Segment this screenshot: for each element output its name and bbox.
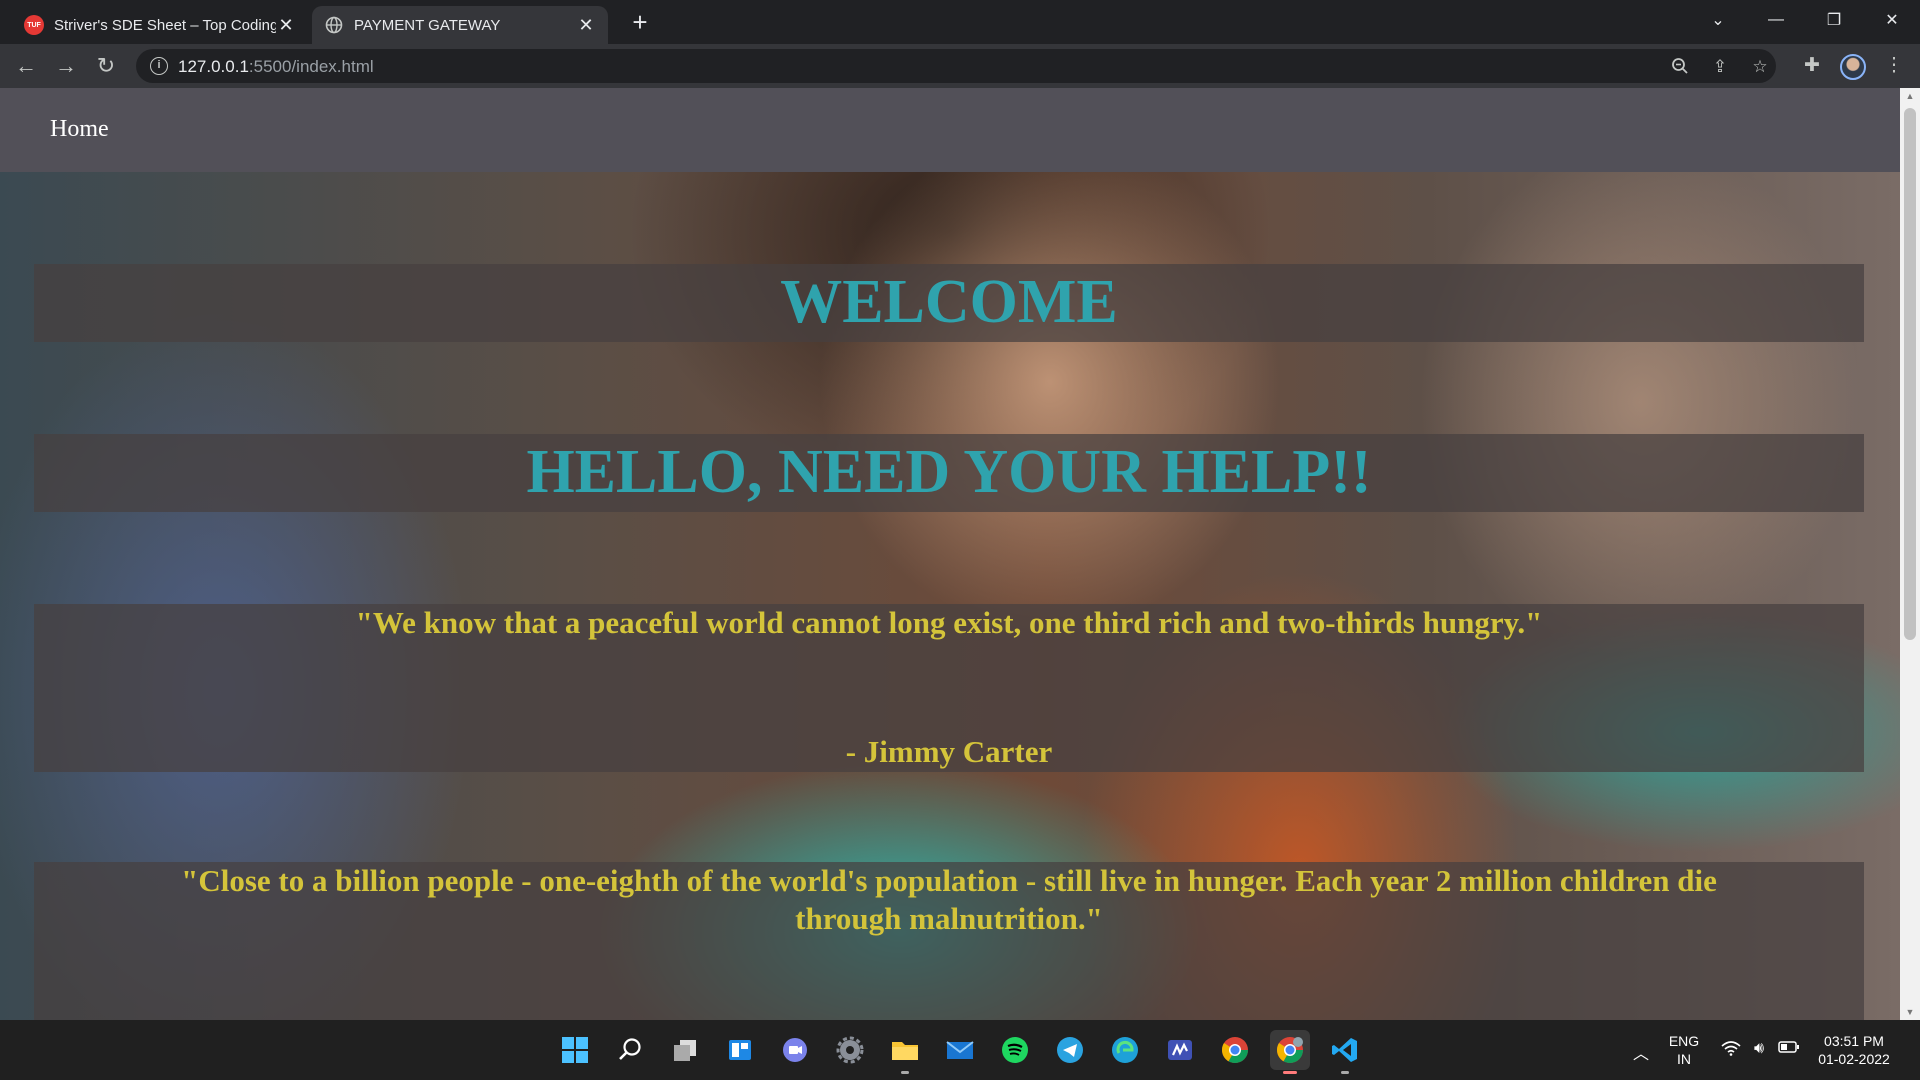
tab-title: Striver's SDE Sheet – Top Coding bbox=[54, 16, 276, 34]
page-viewport: Home WELCOME HELLO, NEED YOUR HELP!! "We… bbox=[0, 88, 1920, 1020]
battery-icon[interactable] bbox=[1778, 1040, 1800, 1059]
scroll-up-arrow-icon[interactable]: ▲ bbox=[1900, 88, 1920, 104]
url-text[interactable]: 127.0.0.1:5500/index.html bbox=[178, 57, 374, 77]
site-navbar: Home bbox=[0, 88, 1900, 172]
task-view-icon[interactable] bbox=[665, 1030, 705, 1070]
welcome-heading: WELCOME bbox=[34, 264, 1864, 342]
page-scrollbar[interactable]: ▲ ▼ bbox=[1900, 88, 1920, 1020]
share-icon[interactable]: ⇪ bbox=[1710, 57, 1730, 77]
spotify-icon[interactable] bbox=[995, 1030, 1035, 1070]
forward-arrow-icon[interactable]: → bbox=[52, 52, 80, 80]
teams-chat-icon[interactable] bbox=[775, 1030, 815, 1070]
widgets-icon[interactable] bbox=[720, 1030, 760, 1070]
quote-jimmy-carter: "We know that a peaceful world cannot lo… bbox=[34, 604, 1864, 772]
clock[interactable]: 03:51 PM 01-02-2022 bbox=[1808, 1032, 1900, 1068]
scroll-down-arrow-icon[interactable]: ▼ bbox=[1900, 1004, 1920, 1020]
telegram-icon[interactable] bbox=[1050, 1030, 1090, 1070]
zoom-icon[interactable] bbox=[1670, 57, 1690, 77]
tuf-favicon-icon: TUF bbox=[24, 15, 44, 35]
site-info-icon[interactable]: i bbox=[150, 57, 168, 75]
bookmark-star-icon[interactable]: ☆ bbox=[1750, 57, 1770, 77]
chrome-profile-icon[interactable] bbox=[1270, 1030, 1310, 1074]
running-indicator bbox=[901, 1071, 909, 1074]
windows-start-icon[interactable] bbox=[555, 1030, 595, 1070]
chrome-icon[interactable] bbox=[1215, 1030, 1255, 1070]
active-indicator bbox=[1283, 1071, 1297, 1074]
mail-icon[interactable] bbox=[940, 1030, 980, 1070]
tab-payment-gateway[interactable]: PAYMENT GATEWAY ✕ bbox=[312, 6, 608, 44]
settings-icon[interactable] bbox=[830, 1030, 870, 1070]
edge-icon[interactable] bbox=[1105, 1030, 1145, 1070]
tab-strivers-sde-sheet[interactable]: TUF Striver's SDE Sheet – Top Coding ✕ bbox=[12, 6, 308, 44]
file-explorer-icon[interactable] bbox=[885, 1030, 925, 1074]
windows-taskbar: ︿ ENG IN 🔊︎ 03:51 PM 01-02-2022 bbox=[0, 1020, 1920, 1080]
volume-icon[interactable]: 🔊︎ bbox=[1748, 1040, 1770, 1058]
running-indicator bbox=[1341, 1071, 1349, 1074]
home-link[interactable]: Home bbox=[50, 116, 109, 143]
help-heading: HELLO, NEED YOUR HELP!! bbox=[34, 434, 1864, 512]
search-icon[interactable] bbox=[610, 1030, 650, 1070]
reload-icon[interactable]: ↻ bbox=[92, 52, 120, 80]
browser-toolbar: ← → ↻ i 127.0.0.1:5500/index.html ⇪ ☆ ✚ … bbox=[0, 44, 1920, 88]
minimize-icon[interactable]: — bbox=[1748, 0, 1804, 40]
menu-kebab-icon[interactable]: ⋮ bbox=[1882, 54, 1906, 78]
scrollbar-thumb[interactable] bbox=[1904, 108, 1916, 640]
tab-title: PAYMENT GATEWAY bbox=[354, 16, 501, 34]
quote-hunger-statistic: "Close to a billion people - one-eighth … bbox=[34, 862, 1864, 1020]
show-hidden-icons-chevron-icon[interactable]: ︿ bbox=[1630, 1040, 1652, 1064]
back-arrow-icon[interactable]: ← bbox=[12, 52, 40, 80]
restore-icon[interactable]: ❐ bbox=[1806, 0, 1862, 40]
tab-search-chevron-icon[interactable]: ⌄ bbox=[1690, 0, 1746, 40]
address-bar[interactable]: i 127.0.0.1:5500/index.html ⇪ ☆ bbox=[136, 49, 1776, 83]
wifi-icon[interactable] bbox=[1720, 1040, 1742, 1061]
close-tab-icon[interactable]: ✕ bbox=[276, 15, 296, 36]
close-tab-icon[interactable]: ✕ bbox=[576, 15, 596, 36]
tab-strip: TUF Striver's SDE Sheet – Top Coding ✕ P… bbox=[0, 0, 1920, 44]
extensions-puzzle-icon[interactable]: ✚ bbox=[1800, 54, 1824, 78]
quote-text: "We know that a peaceful world cannot lo… bbox=[355, 605, 1543, 640]
globe-icon bbox=[324, 15, 344, 35]
ms-whiteboard-icon[interactable] bbox=[1160, 1030, 1200, 1070]
language-indicator[interactable]: ENG IN bbox=[1666, 1032, 1702, 1068]
hero-background-image: WELCOME HELLO, NEED YOUR HELP!! "We know… bbox=[0, 172, 1900, 1020]
quote-author: - Jimmy Carter bbox=[845, 734, 1053, 769]
vscode-icon[interactable] bbox=[1325, 1030, 1365, 1074]
profile-avatar[interactable] bbox=[1840, 54, 1866, 80]
close-window-icon[interactable]: ✕ bbox=[1864, 0, 1920, 40]
new-tab-button[interactable]: + bbox=[624, 6, 656, 38]
